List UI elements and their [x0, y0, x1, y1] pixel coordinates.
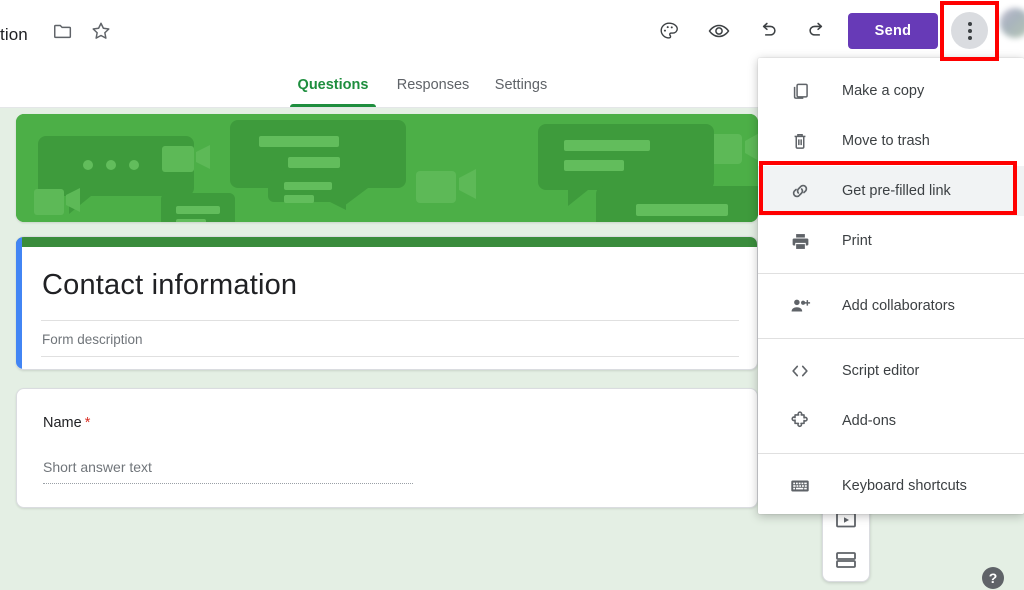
printer-icon: [788, 229, 812, 253]
menu-item-label: Move to trash: [842, 133, 930, 149]
menu-item-get-pre-filled-link[interactable]: Get pre-filled link: [758, 166, 1024, 216]
send-button[interactable]: Send: [848, 13, 938, 49]
question-title-text: Name: [43, 415, 82, 431]
menu-item-label: Script editor: [842, 363, 920, 379]
menu-item-label: Get pre-filled link: [842, 183, 951, 199]
question-title: Name *: [43, 415, 90, 431]
banner-illustration: [16, 114, 758, 222]
menu-item-script-editor[interactable]: Script editor: [758, 346, 1024, 396]
google-forms-editor: tion Send Questions Responses Settings C…: [0, 0, 1024, 590]
link-icon: [788, 179, 812, 203]
tab-responses[interactable]: Responses: [389, 63, 477, 107]
avatar[interactable]: [1000, 8, 1024, 38]
menu-item-print[interactable]: Print: [758, 216, 1024, 266]
keyboard-icon: [788, 474, 812, 498]
trash-icon: [788, 129, 812, 153]
top-toolbar: tion Send: [0, 0, 1024, 62]
form-title-underline: [41, 320, 739, 321]
short-answer-underline: [43, 483, 413, 484]
menu-item-add-collaborators[interactable]: Add collaborators: [758, 281, 1024, 331]
menu-item-label: Keyboard shortcuts: [842, 478, 967, 494]
menu-item-make-a-copy[interactable]: Make a copy: [758, 66, 1024, 116]
form-header-banner[interactable]: [16, 114, 758, 222]
menu-item-label: Make a copy: [842, 83, 925, 99]
menu-divider: [758, 273, 1024, 274]
star-icon[interactable]: [84, 14, 118, 48]
form-theme-stripe: [16, 237, 757, 247]
menu-item-label: Add-ons: [842, 413, 897, 429]
form-header-card[interactable]: Contact information Form description: [16, 236, 758, 370]
form-description-input[interactable]: Form description: [42, 332, 143, 347]
menu-item-add-ons[interactable]: Add-ons: [758, 396, 1024, 446]
copy-icon: [788, 79, 812, 103]
code-icon: [788, 359, 812, 383]
redo-icon[interactable]: [800, 14, 834, 48]
question-card[interactable]: Name * Short answer text: [16, 388, 758, 508]
form-column: Contact information Form description Nam…: [16, 108, 758, 508]
undo-icon[interactable]: [751, 14, 785, 48]
tab-settings[interactable]: Settings: [487, 63, 555, 107]
short-answer-placeholder: Short answer text: [43, 459, 152, 475]
menu-item-label: Print: [842, 233, 872, 249]
help-button[interactable]: ?: [982, 567, 1004, 589]
palette-icon[interactable]: [652, 14, 686, 48]
required-asterisk: *: [84, 415, 91, 431]
document-title[interactable]: tion: [0, 25, 28, 45]
puzzle-icon: [788, 409, 812, 433]
menu-item-label: Add collaborators: [842, 298, 955, 314]
add-section-icon[interactable]: [833, 547, 859, 573]
menu-divider: [758, 338, 1024, 339]
highlight-box-more-button: [940, 1, 999, 61]
form-title-input[interactable]: Contact information: [42, 269, 731, 302]
menu-item-keyboard-shortcuts[interactable]: Keyboard shortcuts: [758, 461, 1024, 511]
menu-divider: [758, 453, 1024, 454]
folder-icon[interactable]: [46, 14, 80, 48]
tab-questions[interactable]: Questions: [290, 63, 376, 107]
selected-card-accent: [16, 237, 22, 369]
menu-item-move-to-trash[interactable]: Move to trash: [758, 116, 1024, 166]
more-options-menu: Make a copy Move to trash Get pre-filled…: [758, 58, 1024, 514]
form-description-underline: [41, 356, 739, 357]
person-add-icon: [788, 294, 812, 318]
eye-icon[interactable]: [702, 14, 736, 48]
